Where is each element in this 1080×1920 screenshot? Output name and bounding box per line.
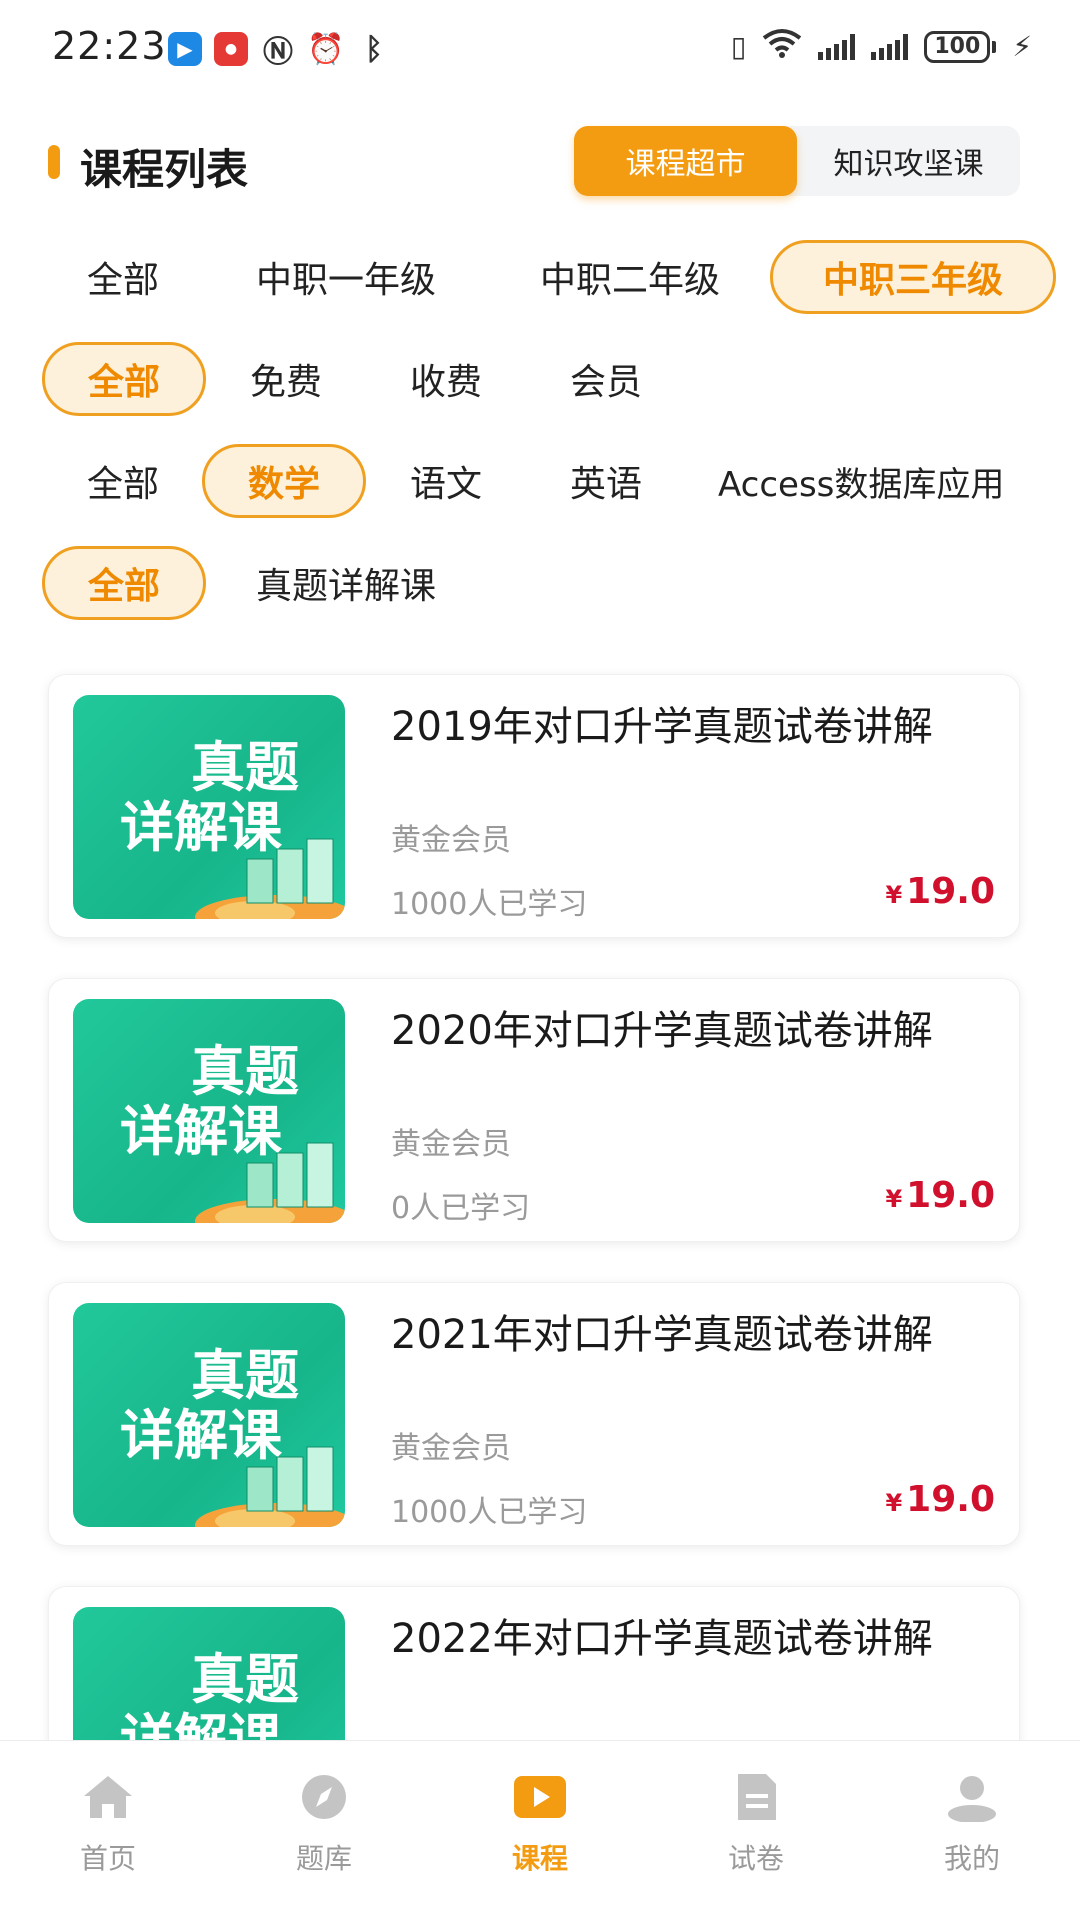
type-filter-all[interactable]: 全部 (42, 546, 206, 620)
vibrate-icon: ▯ (730, 30, 747, 63)
price-value: 19.0 (906, 1479, 995, 1520)
price-filter-paid[interactable]: 收费 (386, 342, 506, 416)
compass-icon (295, 1771, 353, 1823)
tab-courses[interactable]: 课程 (432, 1741, 648, 1920)
grade-filter-row: 全部 中职一年级 中职二年级 中职三年级 (0, 240, 1080, 314)
books-illustration-icon (195, 1142, 345, 1223)
bluetooth-icon: ᛒ (365, 31, 383, 67)
tab-home-label: 首页 (79, 1842, 136, 1875)
bottom-tab-bar: 首页 题库 课程 试卷 我的 (0, 1740, 1080, 1920)
price-filter-row: 全部 免费 收费 会员 (0, 342, 1080, 416)
charging-icon: ⚡ (1012, 30, 1032, 63)
subject-filter-english[interactable]: 英语 (546, 444, 666, 518)
grade-filter-year2[interactable]: 中职二年级 (510, 240, 750, 314)
segment-course-market[interactable]: 课程超市 (574, 126, 797, 196)
course-learners: 1000人已学习 (391, 887, 588, 922)
price-value: 19.0 (906, 871, 995, 912)
course-thumbnail: 真题 详解课 (73, 695, 345, 919)
grade-filter-year1[interactable]: 中职一年级 (226, 240, 466, 314)
thumbnail-title-line1: 真题 (191, 1648, 299, 1711)
home-icon (79, 1771, 137, 1823)
course-title: 2020年对口升学真题试卷讲解 (391, 1008, 933, 1054)
course-level: 黄金会员 (391, 1431, 511, 1466)
course-price: ¥ 19.0 (885, 1479, 995, 1520)
price-filter-all[interactable]: 全部 (42, 342, 206, 416)
tab-papers[interactable]: 试卷 (648, 1741, 864, 1920)
price-filter-member[interactable]: 会员 (546, 342, 666, 416)
course-price: ¥ 19.0 (885, 871, 995, 912)
currency-symbol: ¥ (885, 1489, 903, 1517)
subject-filter-math[interactable]: 数学 (202, 444, 366, 518)
wifi-icon (762, 28, 802, 65)
thumbnail-title-line1: 真题 (191, 1344, 299, 1407)
battery-level: 100 (924, 30, 991, 63)
status-bar: 22:23 ▶ ● Ⓝ ⏰ ᛒ ▯ 100 ⚡ (0, 0, 1080, 100)
subject-filter-chinese[interactable]: 语文 (386, 444, 506, 518)
subject-filter-all[interactable]: 全部 (48, 444, 198, 518)
course-learners: 0人已学习 (391, 1191, 531, 1226)
subject-filter-row: 全部 数学 语文 英语 Access数据库应用 (0, 444, 1080, 518)
battery-icon: 100 (924, 30, 997, 63)
app-notification-icon: ▶ (168, 32, 202, 66)
course-card[interactable]: 真题 详解课 2021年对口升学真题试卷讲解 黄金会员 1000人已学习 ¥ 1… (48, 1282, 1020, 1546)
tab-papers-label: 试卷 (727, 1842, 784, 1875)
title-accent-bar (48, 145, 60, 179)
signal-icon-2 (871, 33, 909, 60)
page-title: 课程列表 (80, 145, 249, 194)
course-card[interactable]: 真题 详解课 2020年对口升学真题试卷讲解 黄金会员 0人已学习 ¥ 19.0 (48, 978, 1020, 1242)
segment-knowledge-course[interactable]: 知识攻坚课 (797, 126, 1020, 196)
tab-home[interactable]: 首页 (0, 1741, 216, 1920)
course-title: 2021年对口升学真题试卷讲解 (391, 1312, 933, 1358)
price-filter-free[interactable]: 免费 (226, 342, 346, 416)
signal-icon (818, 33, 856, 60)
books-illustration-icon (195, 838, 345, 919)
segment-control: 课程超市 知识攻坚课 (574, 126, 1020, 196)
course-level: 黄金会员 (391, 823, 511, 858)
course-learners: 1000人已学习 (391, 1495, 588, 1530)
tab-question-bank[interactable]: 题库 (216, 1741, 432, 1920)
status-time: 22:23 (52, 24, 167, 68)
type-filter-row: 全部 真题详解课 (0, 546, 1080, 620)
course-title: 2019年对口升学真题试卷讲解 (391, 704, 933, 750)
books-illustration-icon (195, 1446, 345, 1527)
nfc-icon: Ⓝ (263, 35, 293, 70)
shopping-app-icon: ● (214, 32, 248, 66)
notification-icons: ▶ ● Ⓝ ⏰ ᛒ (168, 31, 392, 70)
course-thumbnail: 真题 详解课 (73, 999, 345, 1223)
grade-filter-all[interactable]: 全部 (48, 240, 198, 314)
currency-symbol: ¥ (885, 881, 903, 909)
tab-courses-label: 课程 (511, 1842, 568, 1875)
alarm-icon: ⏰ (307, 31, 345, 67)
play-icon (511, 1771, 569, 1823)
document-icon (727, 1771, 785, 1823)
course-thumbnail: 真题 详解课 (73, 1303, 345, 1527)
thumbnail-title-line1: 真题 (191, 736, 299, 799)
grade-filter-year3[interactable]: 中职三年级 (770, 240, 1056, 314)
tab-profile[interactable]: 我的 (864, 1741, 1080, 1920)
tab-profile-label: 我的 (943, 1842, 1000, 1875)
course-level: 黄金会员 (391, 1127, 511, 1162)
subject-filter-access[interactable]: Access数据库应用 (718, 444, 1074, 518)
thumbnail-title-line1: 真题 (191, 1040, 299, 1103)
user-icon (943, 1771, 1001, 1823)
type-filter-exam-explain[interactable]: 真题详解课 (226, 546, 466, 620)
currency-symbol: ¥ (885, 1185, 903, 1213)
tab-question-bank-label: 题库 (295, 1842, 352, 1875)
course-price: ¥ 19.0 (885, 1175, 995, 1216)
price-value: 19.0 (906, 1175, 995, 1216)
course-card[interactable]: 真题 详解课 2019年对口升学真题试卷讲解 黄金会员 1000人已学习 ¥ 1… (48, 674, 1020, 938)
system-icons: ▯ 100 ⚡ (731, 28, 1032, 65)
course-title: 2022年对口升学真题试卷讲解 (391, 1616, 933, 1662)
